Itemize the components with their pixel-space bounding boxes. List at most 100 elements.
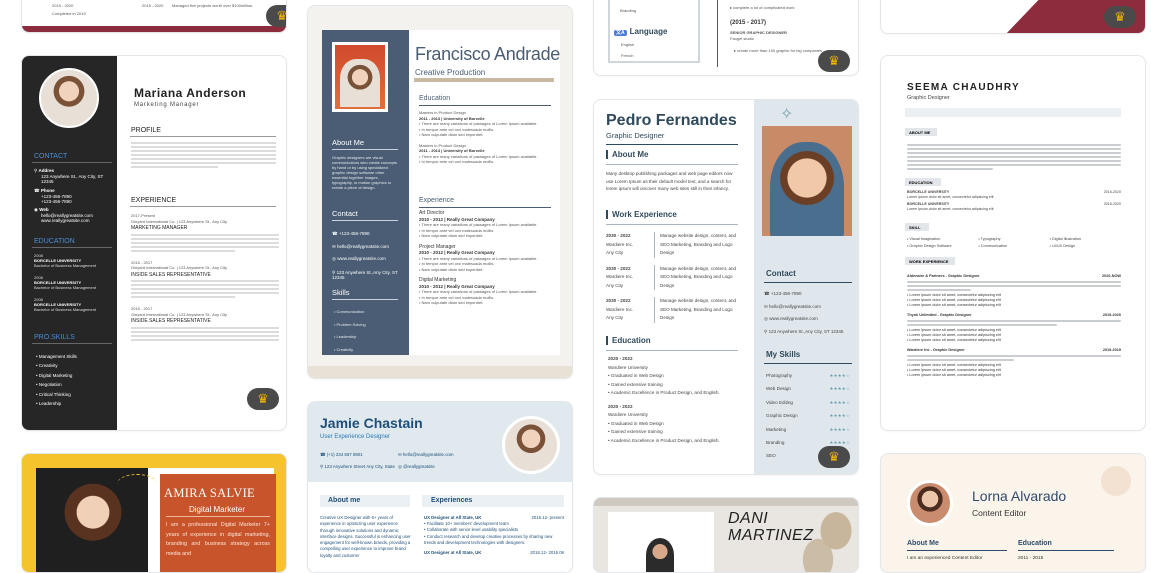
crown-icon: ♛: [818, 446, 850, 468]
resume-name: Jamie Chastain: [320, 415, 423, 431]
skill-item: • Leadership: [36, 401, 62, 407]
contact-value: www.reallygreatsite.com: [337, 256, 386, 261]
card-text: Branding: [620, 8, 637, 13]
star-rating: ★★★★☆: [829, 426, 850, 432]
profile-photo: [762, 126, 852, 236]
bullet-text: Lorem ipsum dolor sit amet, consectetur …: [909, 338, 1001, 342]
edu-years: 2020 - 2022: [608, 356, 633, 361]
edu-text: Lorem ipsum dolor sit amet, consectetur …: [907, 206, 994, 211]
bullet-text: Lorem ipsum dolor sit amet, consectetur …: [909, 293, 1001, 297]
skill-label: Leadership: [336, 334, 357, 339]
crown-icon: ♛: [266, 5, 286, 27]
bullet-text: Lorem ipsum dolor sit amet, consectetur …: [909, 328, 1001, 332]
job-years: 2030 - 2022: [606, 265, 631, 271]
skill-label: Graphic Design: [766, 413, 798, 419]
avatar: [502, 416, 560, 474]
bullet-text: Lorem ipsum dolor sit amet, consectetur …: [909, 373, 1001, 377]
edu-bullet: Academic Excellence in Product Design, a…: [610, 437, 720, 443]
phone-icon: ☎: [764, 291, 770, 296]
skill-label: Creativity: [38, 363, 58, 369]
edu-year: 2016-2020: [1103, 190, 1121, 194]
section-heading: Skills: [332, 288, 350, 297]
footer-band: [308, 366, 572, 378]
contact-value: 123 Anywhere St.,Any City, ST 12345: [332, 269, 398, 280]
contact-row: ✉ hello@reallygreatsite.com: [332, 241, 402, 254]
edu-years: 2020 - 2022: [608, 403, 633, 409]
skill-label: Communication: [980, 244, 1008, 248]
skill-item: Video Editing ★★★★☆: [766, 396, 850, 409]
card-text: ▸ complete a lot of complicated work: [730, 5, 795, 10]
template-card-top-4[interactable]: ♛: [880, 0, 1146, 34]
education-list: BORCELLE UNIVERSITY 2016-2020 Lorem ipsum …: [907, 190, 1121, 211]
edu-school: BORCELLE UNIVERSITY: [907, 202, 950, 206]
web-icon: ◎: [398, 464, 402, 469]
template-card-top-3[interactable]: Branding 文A Language English French ▸ com…: [593, 0, 859, 76]
skill-label: UI/UX Design: [1052, 244, 1076, 248]
card-text: 2015 - 2020: [142, 3, 164, 8]
template-card-jamie[interactable]: Jamie Chastain User Experience Designer …: [307, 401, 573, 573]
job-year: 2019-2019: [1102, 348, 1121, 352]
contact-row: ◎ @reallygreatsite: [398, 464, 500, 470]
skill-item: • Critical Thinking: [36, 391, 71, 397]
language-icon: 文A: [614, 30, 627, 36]
skill-item: • Communication: [334, 309, 365, 314]
edu-bullet: Academic Excellence in Product Design, a…: [610, 390, 720, 395]
template-card-top-1[interactable]: 2015 - 2020 Completed in 2019 2015 - 202…: [21, 0, 287, 33]
template-card-lorna[interactable]: Lorna Alvarado Content Editor About Me I…: [880, 453, 1146, 573]
skill-label: Web Design: [766, 386, 791, 392]
contact-value: hello@reallygreatsite.com: [769, 303, 821, 309]
resume-title: User Experience Designer: [320, 434, 391, 440]
template-card-mariana[interactable]: Mariana Anderson Marketing Manager CONTA…: [21, 55, 287, 431]
phone-icon: ☎: [34, 188, 41, 193]
edu-degree: Bachelor of Business Management: [34, 307, 97, 312]
timeline-line: [717, 0, 718, 67]
avatar: [907, 480, 953, 526]
last-name: Andrade: [494, 44, 561, 64]
template-card-pedro[interactable]: ✧ Pedro Fernandes Graphic Designer About…: [593, 99, 859, 475]
template-card-seema[interactable]: SEEMA CHAUDHRY Graphic Designer ABOUT ME…: [880, 55, 1146, 431]
card-text: ▸ create more than 100 graphic for big c…: [734, 48, 823, 53]
section-heading: CONTACT: [34, 153, 68, 160]
contact-row: ✉ hello@reallygreatsite.com: [764, 301, 854, 314]
divider: [606, 224, 738, 225]
section-heading: EXPERIENCE: [131, 197, 177, 204]
divider: [907, 550, 1007, 551]
decor-line: [117, 474, 157, 494]
contact-value: www.reallygreatsite.com: [41, 218, 90, 223]
contact-row: ⚲ 123 Anywhere Street Any City, State: [320, 464, 398, 470]
resume-title: Graphic Designer: [606, 131, 665, 140]
star-rating: ★★★★☆: [829, 373, 850, 378]
edu-degree: Bachelor of Business Management: [34, 285, 97, 290]
divider: [32, 247, 112, 248]
section-heading: Contact: [332, 209, 358, 218]
card-text: Faugel studio: [730, 36, 755, 41]
section-heading: EDUCATION: [34, 238, 75, 245]
template-card-francisco[interactable]: Francisco Andrade Creative Production Ed…: [307, 5, 573, 379]
resume-name: Mariana Anderson: [134, 86, 247, 100]
bullet-text: Lorem ipsum dolor sit amet, consectetur …: [909, 303, 1001, 307]
skill-list: • Management Skills • Creativity • Digit…: [36, 352, 77, 408]
template-card-amira[interactable]: AMIRA SALVIE Digital Marketer I am a pro…: [21, 453, 287, 573]
contact-grid: ☎ (+1) 234 567 8901 ✉ hello@reallygreats…: [320, 452, 500, 470]
exp-date: 2016.12- present: [531, 515, 565, 520]
job-title: Wardiere Inc - Graphic Designer: [907, 348, 965, 352]
section-heading: Experience: [419, 197, 455, 204]
resume-title: Digital Marketer: [189, 505, 246, 514]
job-company: Wardiere Inc.: [606, 274, 634, 279]
contact-value: 123 Anywhere St., Any City, ST 12345: [41, 174, 104, 184]
card-text: complete a lot of complicated work: [733, 5, 795, 10]
edu-degree: Bachelor of Business Management: [34, 263, 97, 268]
resume-name: Francisco Andrade: [415, 44, 560, 65]
job-item: 2030 - 2022 Wardiere Inc. Any City Manage w…: [606, 297, 740, 323]
phone-icon: ☎: [320, 452, 326, 457]
web-icon: ◎: [332, 256, 336, 261]
section-heading: ABOUT ME: [909, 130, 931, 135]
divider: [606, 350, 738, 351]
divider: [130, 136, 276, 137]
about-text: I am a professional Digital Marketer 7+ …: [166, 522, 270, 557]
contact-row: ◎ www.reallygreatsite.com: [332, 253, 402, 266]
section-heading: Contact: [766, 269, 796, 278]
experience-list: Art Director 2010 - 2012 | Really Great C…: [419, 210, 553, 306]
about-text: Creative UX Designer with 6+ years of ex…: [320, 515, 411, 558]
first-name: DANI: [728, 510, 769, 527]
